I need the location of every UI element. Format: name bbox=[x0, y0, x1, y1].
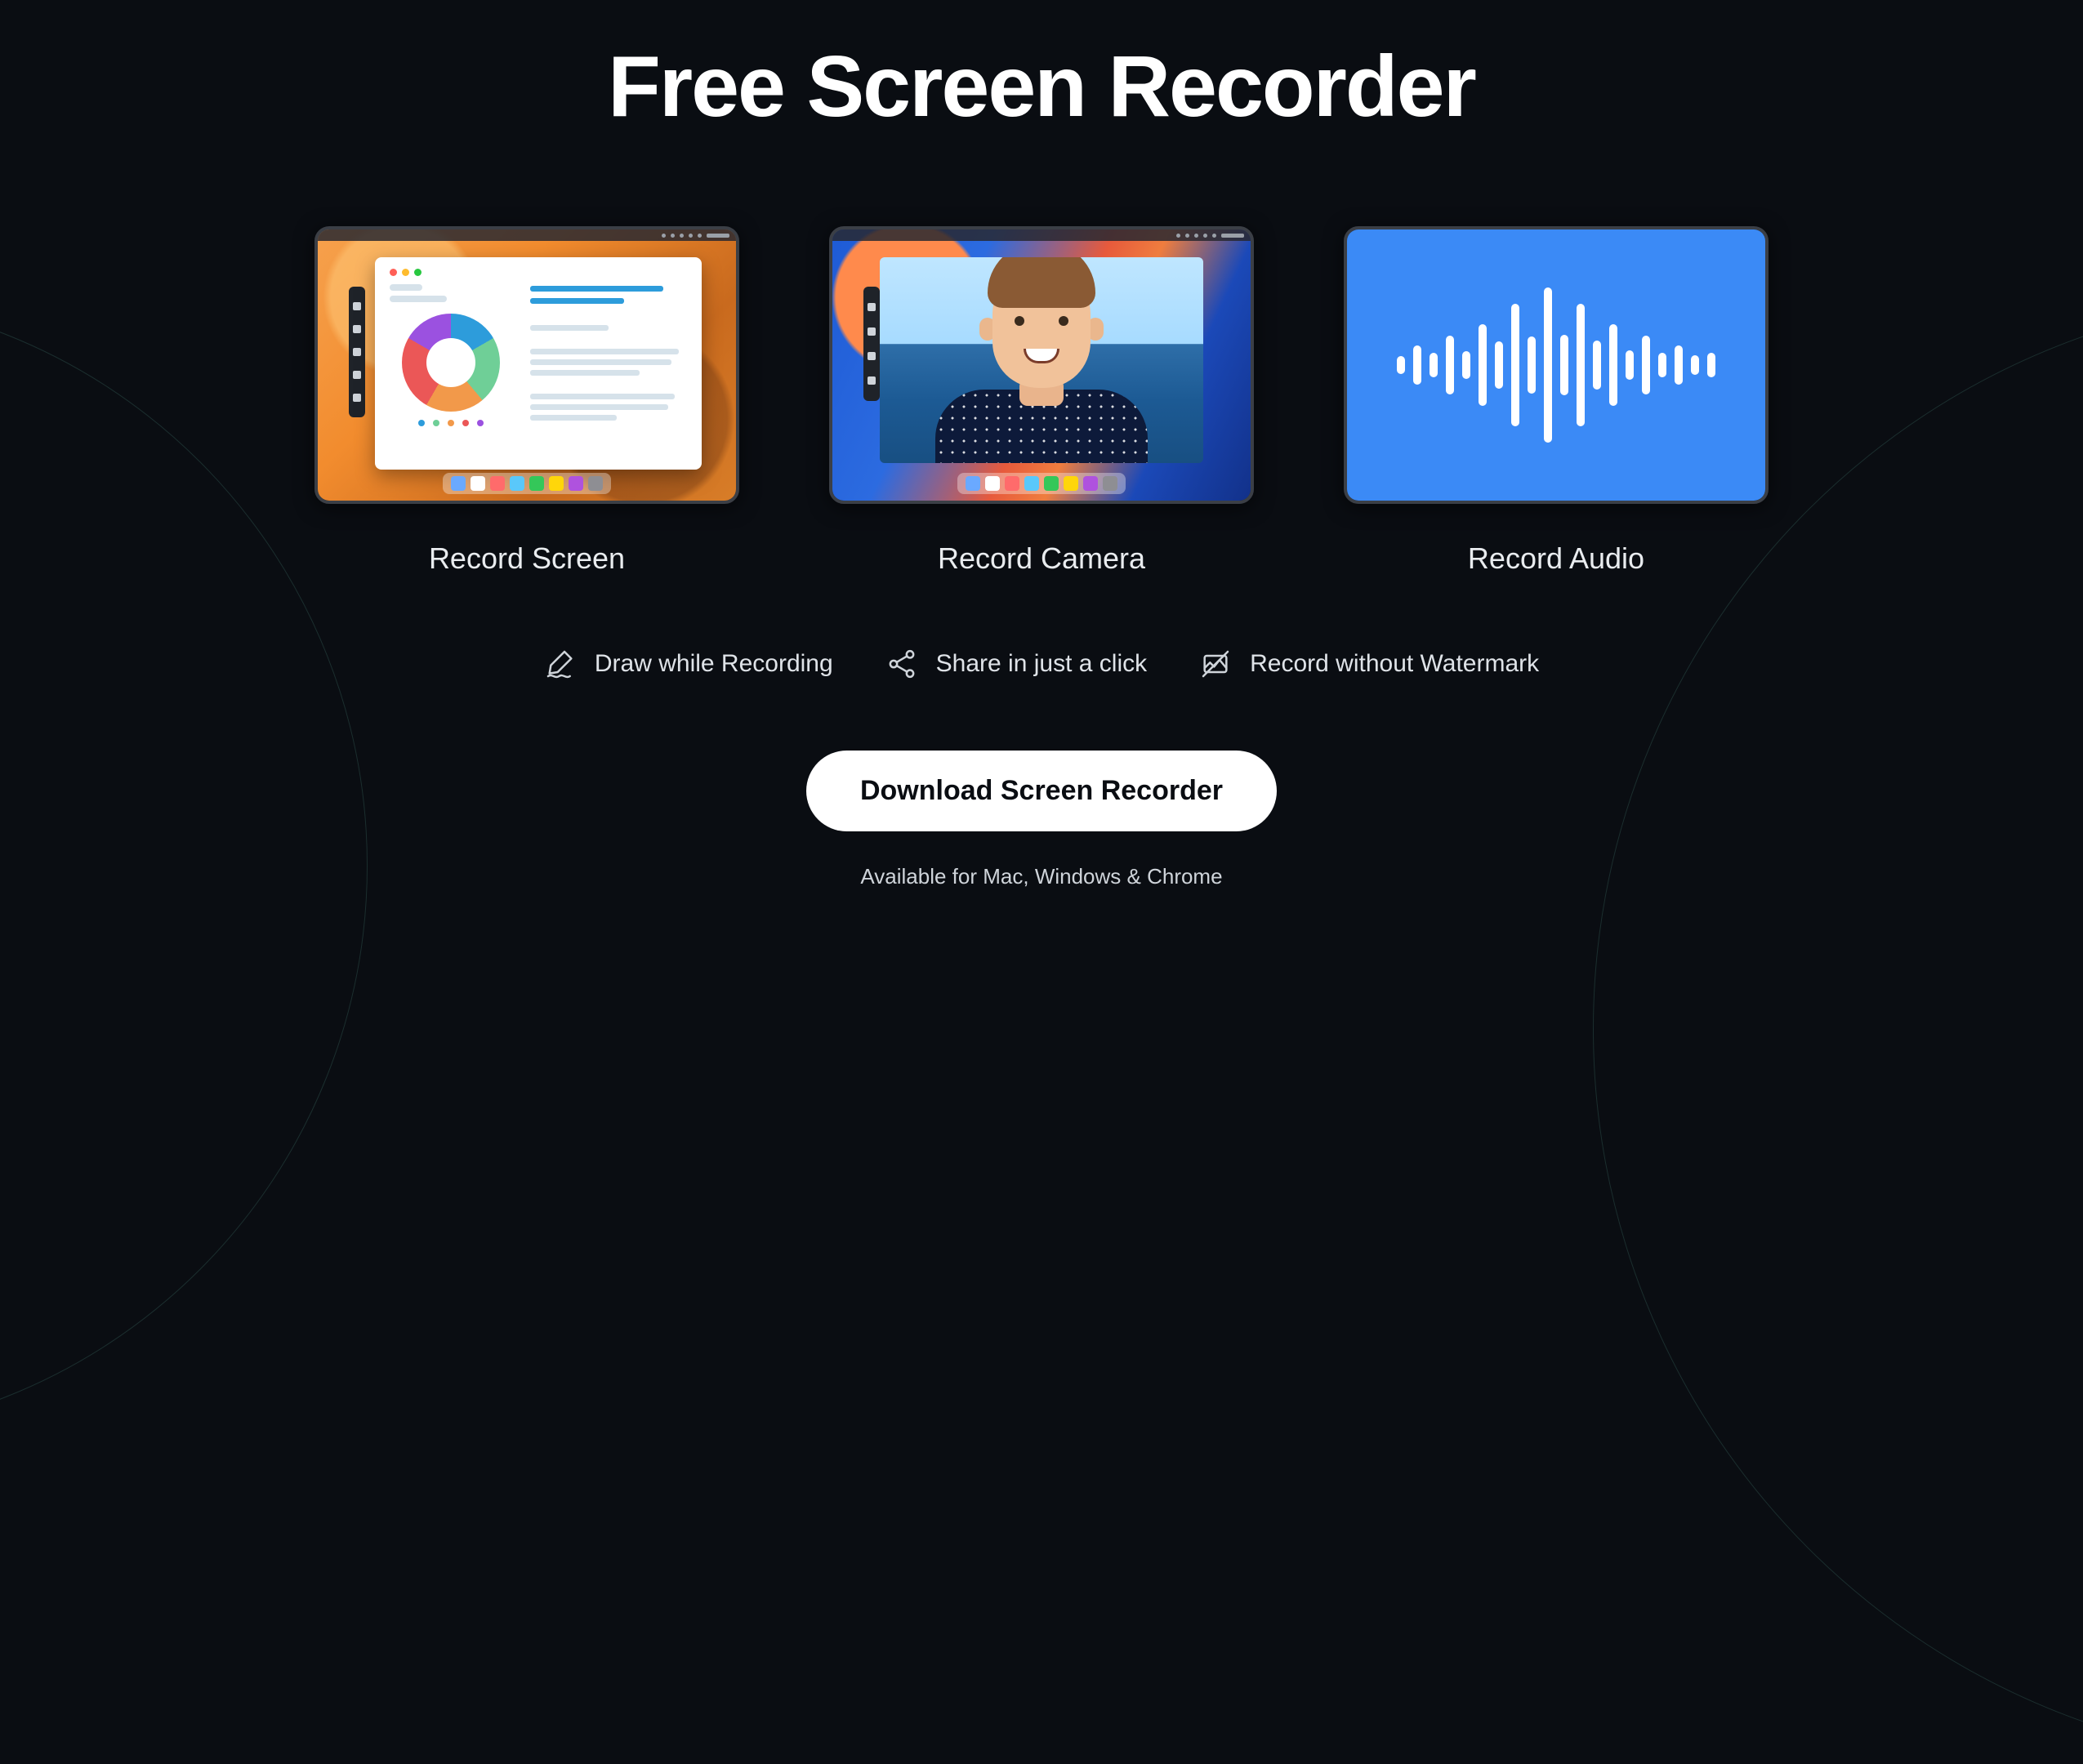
feature-no-watermark: Record without Watermark bbox=[1199, 648, 1539, 680]
feature-badges-row: Draw while Recording Share in just a cli… bbox=[0, 648, 2083, 680]
record-screen-illustration bbox=[314, 226, 739, 504]
feature-draw-label: Draw while Recording bbox=[595, 650, 833, 678]
card-record-camera[interactable]: Record Camera bbox=[829, 226, 1254, 576]
page-title: Free Screen Recorder bbox=[0, 38, 2083, 136]
download-button[interactable]: Download Screen Recorder bbox=[806, 751, 1277, 831]
donut-chart-icon bbox=[402, 314, 500, 412]
card-label-record-audio: Record Audio bbox=[1468, 541, 1644, 576]
app-window-illustration bbox=[375, 257, 702, 470]
person-avatar-icon bbox=[935, 267, 1148, 463]
card-label-record-camera: Record Camera bbox=[938, 541, 1145, 576]
record-camera-illustration bbox=[829, 226, 1254, 504]
annotation-toolbar-illustration bbox=[863, 287, 880, 401]
macos-dock-illustration bbox=[443, 473, 611, 494]
feature-draw: Draw while Recording bbox=[544, 648, 833, 680]
macos-menubar-illustration bbox=[318, 229, 736, 241]
macos-menubar-illustration bbox=[832, 229, 1251, 241]
card-label-record-screen: Record Screen bbox=[429, 541, 625, 576]
feature-share: Share in just a click bbox=[885, 648, 1147, 680]
annotation-toolbar-illustration bbox=[349, 287, 365, 417]
record-audio-illustration bbox=[1344, 226, 1769, 504]
share-nodes-icon bbox=[885, 648, 918, 680]
waveform-icon bbox=[1347, 229, 1765, 501]
availability-text: Available for Mac, Windows & Chrome bbox=[0, 864, 2083, 889]
feature-nowm-label: Record without Watermark bbox=[1250, 650, 1539, 678]
feature-cards-row: Record Screen bbox=[0, 226, 2083, 576]
card-record-screen[interactable]: Record Screen bbox=[314, 226, 739, 576]
feature-share-label: Share in just a click bbox=[936, 650, 1147, 678]
no-watermark-icon bbox=[1199, 648, 1232, 680]
macos-dock-illustration bbox=[957, 473, 1126, 494]
hero-section: Free Screen Recorder bbox=[0, 0, 2083, 1022]
card-record-audio[interactable]: Record Audio bbox=[1344, 226, 1769, 576]
webcam-window-illustration bbox=[880, 257, 1203, 463]
pen-draw-icon bbox=[544, 648, 577, 680]
